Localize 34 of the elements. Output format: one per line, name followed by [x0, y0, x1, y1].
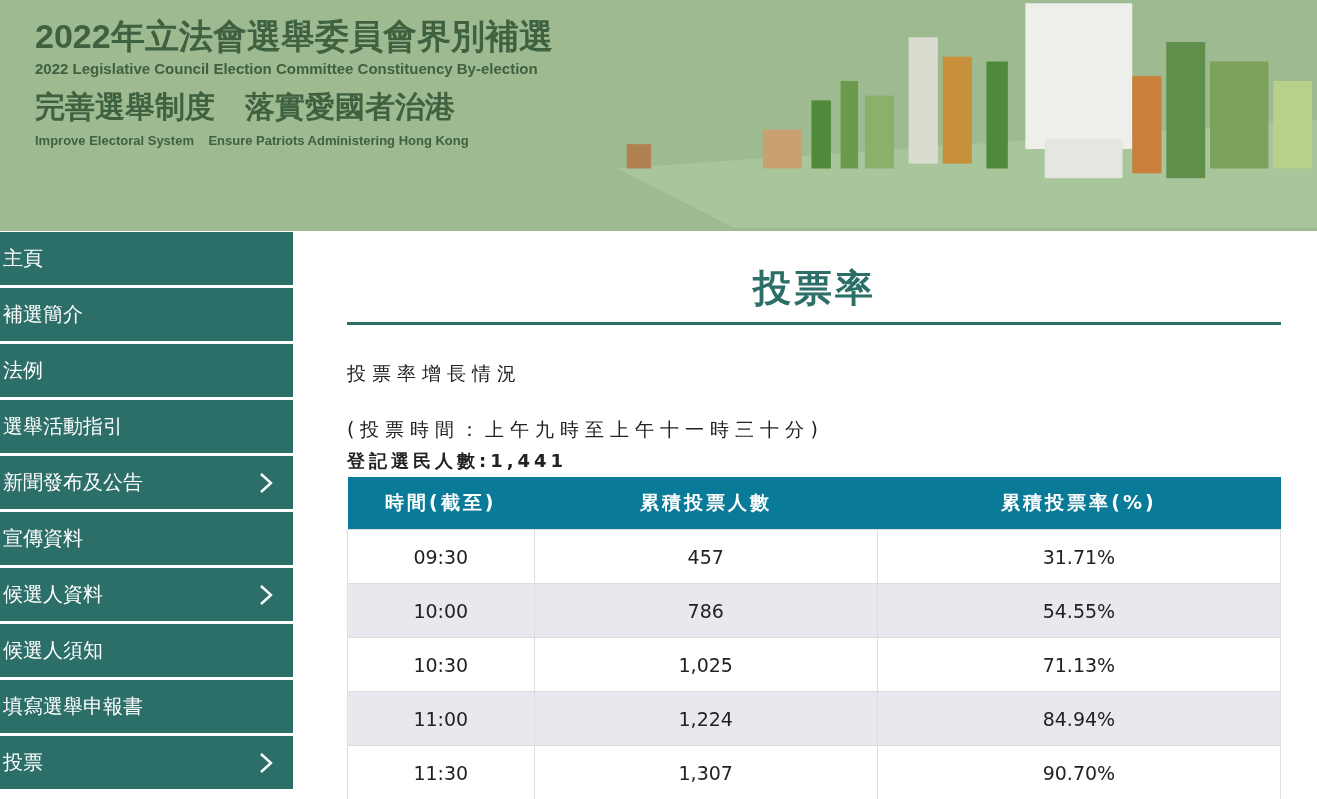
- table-cell: 11:00: [347, 691, 535, 746]
- banner-slogan: 完善選舉制度 落實愛國者治港: [35, 89, 456, 125]
- sidebar-item[interactable]: 新聞發布及公告: [0, 456, 293, 509]
- polling-hours-text: (投票時間：上午九時至上午十一時三十分): [347, 417, 825, 442]
- banner-slogan-english: Improve Electoral System Ensure Patriots Administering Hong Kong: [35, 133, 470, 148]
- table-cell: 457: [534, 529, 878, 584]
- sidebar-item[interactable]: 補選簡介: [0, 288, 293, 341]
- registered-voters-text: 登記選民人數:1,441: [347, 449, 569, 473]
- table-cell: 54.55%: [877, 583, 1281, 638]
- sidebar-item[interactable]: 法例: [0, 344, 293, 397]
- table-cell: 09:30: [347, 529, 535, 584]
- sidebar-item[interactable]: 主頁: [0, 232, 293, 285]
- table-cell: 31.71%: [877, 529, 1281, 584]
- table-cell: 84.94%: [877, 691, 1281, 746]
- section-heading: 投票率增長情況: [347, 361, 523, 386]
- table-cell: 1,224: [534, 691, 878, 746]
- sidebar-item[interactable]: 候選人須知: [0, 624, 293, 677]
- sidebar-item[interactable]: 候選人資料: [0, 568, 293, 621]
- column-header: 累積投票率(%): [877, 477, 1281, 530]
- banner-subtitle: 2022 Legislative Council Election Committee Constituency By-election: [35, 60, 539, 77]
- table-cell: 71.13%: [877, 637, 1281, 692]
- table-cell: 786: [534, 583, 878, 638]
- sidebar-item[interactable]: 宣傳資料: [0, 512, 293, 565]
- table-cell: 11:30: [347, 745, 535, 799]
- banner-title: 2022年立法會選舉委員會界別補選: [35, 16, 553, 56]
- table-cell: 1,025: [534, 637, 878, 692]
- column-header: 累積投票人數: [534, 477, 878, 530]
- sidebar-item[interactable]: 投票: [0, 736, 293, 789]
- table-cell: 10:30: [347, 637, 535, 692]
- table-cell: 10:00: [347, 583, 535, 638]
- page-title: 投票率: [347, 263, 1281, 325]
- column-header: 時間(截至): [347, 477, 535, 530]
- sidebar-item[interactable]: 選舉活動指引: [0, 400, 293, 453]
- sidebar-item[interactable]: 填寫選舉申報書: [0, 680, 293, 733]
